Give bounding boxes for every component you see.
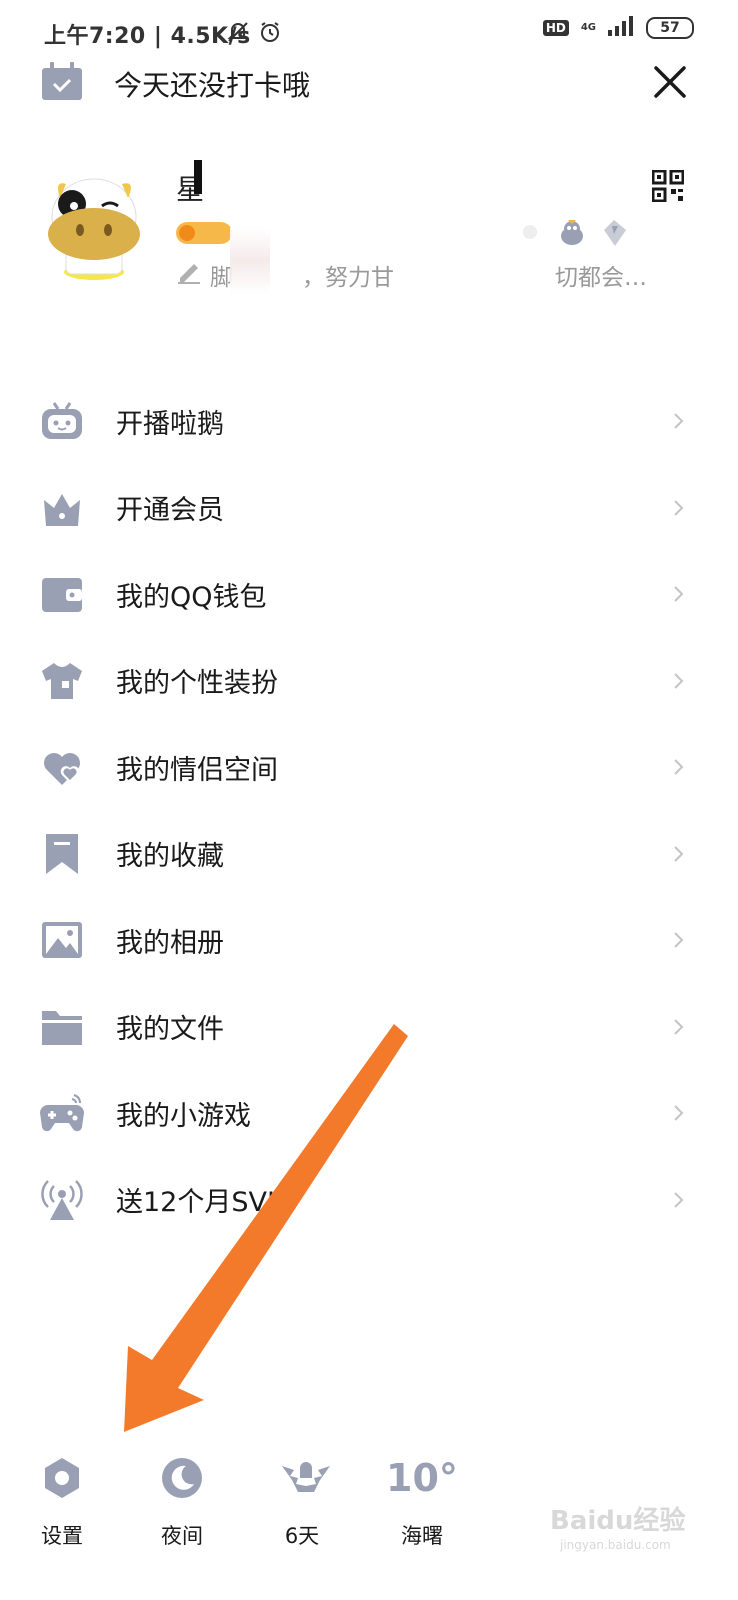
chevron-right-icon bbox=[668, 584, 688, 604]
checkin-reminder[interactable]: 今天还没打卡哦 bbox=[114, 64, 310, 104]
chevron-right-icon bbox=[668, 1190, 688, 1210]
vip-badge-icon bbox=[176, 222, 232, 244]
menu-item-album[interactable]: 我的相册 bbox=[0, 897, 738, 984]
status-right: HD 4G 57 bbox=[542, 16, 694, 40]
menu-item-label: 我的文件 bbox=[116, 1014, 224, 1046]
night-label: 夜间 bbox=[161, 1524, 203, 1548]
settings-button[interactable]: 设置 bbox=[22, 1456, 102, 1550]
close-icon[interactable] bbox=[650, 62, 690, 102]
checkin-days-button[interactable]: 6天 bbox=[262, 1456, 342, 1550]
alarm-icon bbox=[258, 20, 282, 44]
blur-mask bbox=[230, 228, 270, 294]
menu-item-label: 开播啦鹅 bbox=[116, 408, 224, 440]
nickname-mask bbox=[194, 160, 202, 194]
menu-list: 开播啦鹅 开通会员 我的QQ钱包 我的个性装扮 我的情侣空间 我的收藏 我的相册… bbox=[0, 378, 738, 1243]
menu-item-live[interactable]: 开播啦鹅 bbox=[0, 378, 738, 465]
menu-item-label: 我的收藏 bbox=[116, 841, 224, 873]
avatar[interactable] bbox=[44, 172, 144, 282]
menu-item-label: 开通会员 bbox=[116, 495, 224, 527]
wallet-icon bbox=[40, 572, 84, 616]
chevron-right-icon bbox=[668, 844, 688, 864]
diamond-badge-icon bbox=[600, 218, 630, 248]
broadcast-icon bbox=[40, 1178, 84, 1222]
signal-icon bbox=[608, 16, 634, 40]
tshirt-icon bbox=[40, 659, 84, 703]
menu-item-label: 我的个性装扮 bbox=[116, 668, 278, 700]
bookmark-icon bbox=[40, 832, 84, 876]
calendar-check-icon[interactable] bbox=[40, 62, 84, 102]
menu-item-svip[interactable]: 送12个月SVI bbox=[0, 1157, 738, 1244]
tv-robot-icon bbox=[40, 399, 84, 443]
status-time-speed: 上午7:20 | 4.5K/s bbox=[44, 24, 251, 49]
chevron-right-icon bbox=[668, 498, 688, 518]
settings-label: 设置 bbox=[41, 1524, 83, 1548]
network-type: 4G bbox=[580, 22, 596, 33]
weather-button[interactable]: 10° 海曙 bbox=[382, 1456, 462, 1550]
menu-item-favorites[interactable]: 我的收藏 bbox=[0, 811, 738, 898]
hearts-icon bbox=[40, 745, 84, 789]
crown-icon bbox=[40, 486, 84, 530]
menu-item-label: 我的小游戏 bbox=[116, 1100, 251, 1132]
folder-icon bbox=[40, 1005, 84, 1049]
menu-item-files[interactable]: 我的文件 bbox=[0, 984, 738, 1071]
days-label: 6天 bbox=[284, 1524, 320, 1548]
mute-icon bbox=[226, 20, 250, 44]
menu-item-theme[interactable]: 我的个性装扮 bbox=[0, 638, 738, 725]
edit-icon[interactable] bbox=[176, 258, 202, 284]
city-label: 海曙 bbox=[401, 1524, 443, 1548]
menu-item-label: 我的情侣空间 bbox=[116, 754, 278, 786]
settings-icon bbox=[40, 1456, 84, 1500]
penguin-badge-icon bbox=[558, 218, 588, 248]
menu-item-couple[interactable]: 我的情侣空间 bbox=[0, 724, 738, 811]
chevron-right-icon bbox=[668, 930, 688, 950]
qr-code-icon[interactable] bbox=[651, 169, 685, 203]
chevron-right-icon bbox=[668, 757, 688, 777]
night-mode-button[interactable]: 夜间 bbox=[142, 1456, 222, 1550]
temperature: 10° bbox=[386, 1456, 458, 1500]
chevron-right-icon bbox=[668, 411, 688, 431]
chevron-right-icon bbox=[668, 1017, 688, 1037]
status-bar: 上午7:20 | 4.5K/s HD 4G 57 bbox=[0, 0, 738, 60]
moon-icon bbox=[160, 1456, 204, 1500]
watermark: Baidu经验 bbox=[550, 1506, 686, 1536]
menu-item-games[interactable]: 我的小游戏 bbox=[0, 1070, 738, 1157]
chevron-right-icon bbox=[668, 671, 688, 691]
menu-item-vip[interactable]: 开通会员 bbox=[0, 465, 738, 552]
menu-item-label: 我的相册 bbox=[116, 927, 224, 959]
menu-item-wallet[interactable]: 我的QQ钱包 bbox=[0, 551, 738, 638]
gamepad-icon bbox=[40, 1091, 84, 1135]
menu-item-label: 我的QQ钱包 bbox=[116, 581, 267, 613]
sun-badge-icon bbox=[516, 218, 544, 246]
watermark-url: jingyan.baidu.com bbox=[560, 1538, 671, 1552]
signature[interactable]: 脚 ，努力甘 切都会… bbox=[210, 258, 710, 292]
chevron-right-icon bbox=[668, 1103, 688, 1123]
winged-badge-icon bbox=[280, 1456, 330, 1500]
photo-icon bbox=[40, 918, 84, 962]
hd-badge: HD bbox=[542, 20, 569, 36]
battery-indicator: 57 bbox=[646, 17, 694, 39]
menu-item-label: 送12个月SVI bbox=[116, 1187, 275, 1219]
